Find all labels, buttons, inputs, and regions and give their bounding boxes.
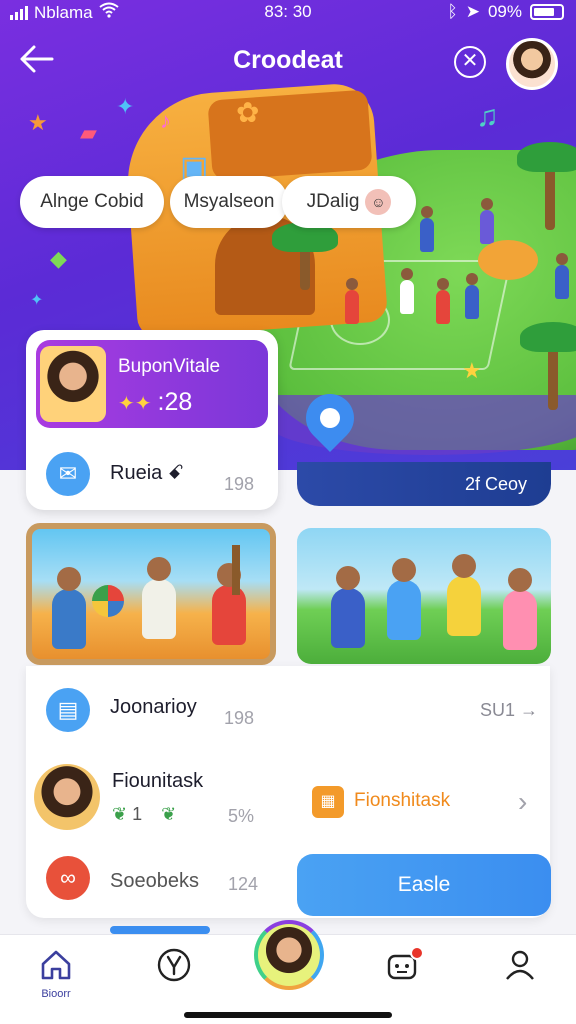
person [447,554,481,636]
person [480,198,494,244]
person [465,273,479,319]
task-icon: ▦ [312,786,344,818]
chip-label: Msyalseon [183,191,275,212]
activity-illustration[interactable] [26,523,276,665]
profile-name: BuponVitale [118,356,221,377]
sessions-icon: ∞ [46,856,90,900]
emoji-icon: ☺ [365,188,392,215]
sessions-count: 124 [228,874,259,894]
person [345,278,359,324]
filter-chip[interactable]: Alnge Cobid [20,176,164,228]
child [503,568,537,650]
sessions-label: Soeobeks [110,870,199,892]
palm-tree [272,222,338,290]
task-title: Fiounitask [112,770,204,792]
chat-bubble-icon: ◆ [50,246,67,271]
battery-icon [530,4,564,20]
orange-link[interactable]: Fionshitask [354,790,450,812]
palm-tree [232,545,240,595]
top-nav: Croodeat ✕ [0,36,576,90]
table [478,240,538,280]
person [212,563,246,645]
sparkle-icon: ✦ [30,292,44,309]
tools-icon [157,948,191,982]
row-label: Rueia ꗃ [110,462,184,484]
page-title: Croodeat [233,46,343,74]
star-icon: ★ [462,358,482,383]
activity-count: 198 [224,708,255,728]
palm-tree [520,322,576,410]
music-note-icon: ♫ [476,100,499,133]
close-button[interactable]: ✕ [454,46,486,78]
close-icon: ✕ [461,50,479,72]
bluetooth-icon: ᛒ [447,2,458,21]
location-icon: ➤ [465,2,480,21]
filter-chip[interactable]: JDalig ☺ [282,176,416,228]
person [436,278,450,324]
star-icon: ★ [28,110,48,135]
person [142,557,176,639]
profile-icon [506,950,534,980]
person [331,566,365,648]
notification-badge [410,946,424,960]
sparkle-icon: ✦✦ [118,393,152,415]
chat-icon: ▤ [46,688,90,732]
profile-banner: BuponVitale ✦✦:28 [36,340,268,428]
person [555,253,569,299]
tab-home-label: Bioorr [41,988,71,1000]
back-arrow-icon [20,45,54,73]
profile-stat: :28 [157,388,193,416]
hero-pill-button[interactable]: 2f Ceoy [297,462,551,506]
chip-label: Alnge Cobid [40,191,144,212]
back-button[interactable] [18,44,62,80]
task-avatar [34,764,100,830]
kids-illustration[interactable] [297,528,551,664]
star-icon: ✿ [236,97,260,128]
chip-label: JDalig [306,191,360,212]
center-avatar-button[interactable] [254,920,324,990]
music-note-icon: ♪ [160,108,171,133]
battery-percent: 09% [487,2,522,21]
mail-icon: ✉ [46,452,90,496]
profile-card[interactable]: BuponVitale ✦✦:28 ✉ Rueia ꗃ 198 [26,330,278,510]
home-icon [41,950,71,980]
leaf-icon: ❦ [112,804,128,824]
leaf-icon: ❦ [161,804,177,824]
person [400,268,414,314]
confetti-icon: ▰ [80,120,97,145]
activity-label: Joonarioy [110,696,197,718]
progress-strip [110,926,210,934]
filter-chip[interactable]: Msyalseon [170,176,288,228]
status-bar: Nblama 83: 30 ᛒ ➤ 09% [0,0,576,26]
person [52,567,86,649]
tab-tools[interactable] [144,947,204,1001]
person [420,206,434,252]
task-percent: 5% [228,806,255,826]
primary-cta-button[interactable]: Easle [297,854,551,916]
home-indicator [184,1012,392,1018]
palm-tree [517,142,576,230]
task-stat: 1 [132,804,143,824]
ball-icon [92,585,124,617]
tab-profile[interactable] [490,947,550,1001]
sparkle-icon: ✦ [116,94,135,119]
user-avatar[interactable] [506,38,558,90]
chevron-right-icon[interactable]: › [518,786,527,818]
profile-avatar [40,346,106,422]
child [387,558,421,640]
more-link[interactable]: SU1 → [480,700,538,721]
row-count: 198 [224,474,255,494]
tab-home[interactable]: Bioorr [26,947,86,1001]
